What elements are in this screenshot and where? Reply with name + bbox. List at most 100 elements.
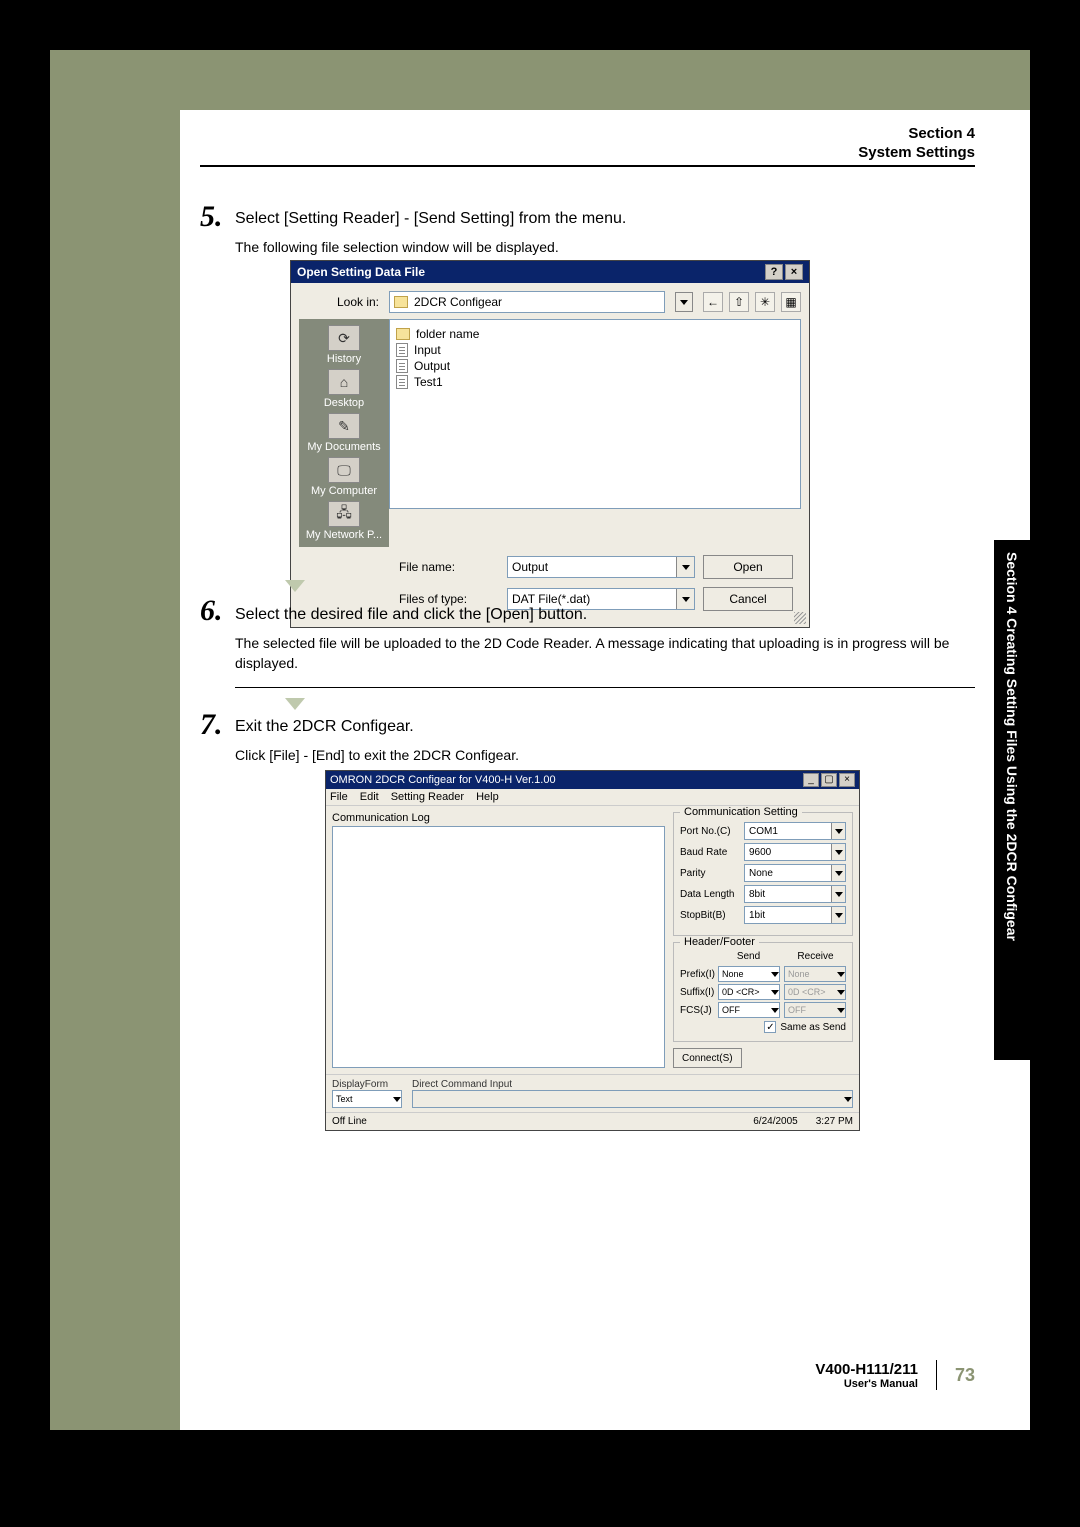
display-form-select[interactable]: Text bbox=[332, 1090, 402, 1108]
place-history[interactable]: ⟳History bbox=[327, 325, 361, 365]
same-as-send-checkbox[interactable]: ✓Same as Send bbox=[680, 1021, 846, 1033]
help-button[interactable]: ? bbox=[765, 264, 783, 280]
prefix-receive-select: None bbox=[784, 966, 846, 982]
dialog-titlebar: Open Setting Data File ? × bbox=[291, 261, 809, 283]
communication-log-box[interactable] bbox=[332, 826, 665, 1068]
nav-up-icon[interactable]: ⇧ bbox=[729, 292, 749, 312]
history-icon: ⟳ bbox=[328, 325, 360, 351]
page-number: 73 bbox=[955, 1365, 975, 1386]
fcs-receive-select: OFF bbox=[784, 1002, 846, 1018]
folder-icon bbox=[394, 296, 408, 308]
step-title: Exit the 2DCR Configear. bbox=[235, 718, 975, 736]
dropdown-button[interactable] bbox=[675, 292, 693, 312]
menu-bar: File Edit Setting Reader Help bbox=[326, 789, 859, 806]
look-in-dropdown[interactable]: 2DCR Configear bbox=[389, 291, 665, 313]
menu-file[interactable]: File bbox=[330, 791, 348, 803]
data-length-select[interactable]: 8bit bbox=[744, 885, 846, 903]
place-my-computer[interactable]: 🖵My Computer bbox=[311, 457, 377, 497]
communication-setting-group: Communication Setting Port No.(C)COM1 Ba… bbox=[673, 812, 853, 936]
step-description: The following file selection window will… bbox=[235, 238, 975, 258]
list-item[interactable]: Output bbox=[396, 358, 794, 374]
open-setting-data-file-dialog: Open Setting Data File ? × Look in: 2DCR… bbox=[290, 260, 810, 628]
configear-main-window: OMRON 2DCR Configear for V400-H Ver.1.00… bbox=[325, 770, 860, 1131]
prefix-send-select[interactable]: None bbox=[718, 966, 780, 982]
step-5: 5. Select [Setting Reader] - [Send Setti… bbox=[235, 210, 975, 258]
dialog-title: Open Setting Data File bbox=[297, 265, 425, 279]
page-footer: V400-H111/211 User's Manual 73 bbox=[815, 1360, 975, 1390]
menu-edit[interactable]: Edit bbox=[360, 791, 379, 803]
step-number: 6. bbox=[200, 594, 223, 628]
connect-button[interactable]: Connect(S) bbox=[673, 1048, 742, 1068]
separator bbox=[235, 687, 975, 688]
open-button[interactable]: Open bbox=[703, 555, 793, 579]
file-name-label: File name: bbox=[399, 560, 499, 574]
step-6: 6. Select the desired file and click the… bbox=[235, 580, 975, 710]
dialog-title: OMRON 2DCR Configear for V400-H Ver.1.00 bbox=[330, 774, 556, 786]
continue-arrow-icon bbox=[285, 698, 305, 710]
place-my-documents[interactable]: ✎My Documents bbox=[307, 413, 380, 453]
status-connection: Off Line bbox=[332, 1116, 367, 1127]
list-item[interactable]: Test1 bbox=[396, 374, 794, 390]
manual-label: User's Manual bbox=[815, 1378, 918, 1390]
step-7: 7. Exit the 2DCR Configear. Click [File]… bbox=[235, 718, 975, 766]
step-title: Select [Setting Reader] - [Send Setting]… bbox=[235, 210, 975, 228]
section-label: Section 4 bbox=[858, 125, 975, 142]
look-in-value: 2DCR Configear bbox=[414, 295, 502, 309]
nav-back-icon[interactable]: ← bbox=[703, 292, 723, 312]
checkbox-icon: ✓ bbox=[764, 1021, 776, 1033]
step-number: 7. bbox=[200, 708, 223, 742]
group-legend: Communication Setting bbox=[680, 806, 802, 818]
display-form-label: DisplayForm bbox=[332, 1079, 402, 1090]
dialog-titlebar: OMRON 2DCR Configear for V400-H Ver.1.00… bbox=[326, 771, 859, 789]
file-name-input[interactable]: Output bbox=[507, 556, 695, 578]
page-header: Section 4 System Settings bbox=[858, 125, 975, 161]
suffix-send-select[interactable]: 0D <CR> bbox=[718, 984, 780, 1000]
dropdown-button[interactable] bbox=[676, 557, 694, 577]
nav-views-icon[interactable]: ▦ bbox=[781, 292, 801, 312]
step-description: The selected file will be uploaded to th… bbox=[235, 634, 975, 673]
places-bar: ⟳History ⌂Desktop ✎My Documents 🖵My Comp… bbox=[299, 319, 389, 547]
direct-command-label: Direct Command Input bbox=[412, 1079, 853, 1090]
fcs-send-select[interactable]: OFF bbox=[718, 1002, 780, 1018]
close-button[interactable]: × bbox=[785, 264, 803, 280]
port-no-select[interactable]: COM1 bbox=[744, 822, 846, 840]
folder-icon bbox=[396, 328, 410, 340]
maximize-button[interactable]: ▢ bbox=[821, 773, 837, 787]
model-number: V400-H111/211 bbox=[815, 1361, 918, 1378]
list-item[interactable]: Input bbox=[396, 342, 794, 358]
section-title: System Settings bbox=[858, 144, 975, 161]
status-bar: Off Line 6/24/2005 3:27 PM bbox=[326, 1112, 859, 1130]
suffix-receive-select: 0D <CR> bbox=[784, 984, 846, 1000]
continue-arrow-icon bbox=[285, 580, 305, 592]
step-number: 5. bbox=[200, 200, 223, 234]
desktop-icon: ⌂ bbox=[328, 369, 360, 395]
step-title: Select the desired file and click the [O… bbox=[235, 606, 975, 624]
direct-command-input bbox=[412, 1090, 853, 1108]
list-item[interactable]: folder name bbox=[396, 326, 794, 342]
step-description: Click [File] - [End] to exit the 2DCR Co… bbox=[235, 746, 975, 766]
network-icon: 🖧 bbox=[328, 501, 360, 527]
parity-select[interactable]: None bbox=[744, 864, 846, 882]
close-button[interactable]: × bbox=[839, 773, 855, 787]
file-icon bbox=[396, 343, 408, 357]
group-legend: Header/Footer bbox=[680, 936, 759, 948]
header-footer-group: Header/Footer Send Receive Prefix(I) Non… bbox=[673, 942, 853, 1042]
menu-help[interactable]: Help bbox=[476, 791, 499, 803]
status-time: 3:27 PM bbox=[816, 1116, 853, 1127]
place-my-network[interactable]: 🖧My Network P... bbox=[306, 501, 382, 541]
minimize-button[interactable]: _ bbox=[803, 773, 819, 787]
side-tab: Section 4 Creating Setting Files Using t… bbox=[994, 540, 1030, 1060]
nav-newfolder-icon[interactable]: ✳ bbox=[755, 292, 775, 312]
communication-log-label: Communication Log bbox=[332, 812, 665, 824]
stop-bit-select[interactable]: 1bit bbox=[744, 906, 846, 924]
file-list[interactable]: folder name Input Output Test1 bbox=[389, 319, 801, 509]
baud-rate-select[interactable]: 9600 bbox=[744, 843, 846, 861]
computer-icon: 🖵 bbox=[328, 457, 360, 483]
place-desktop[interactable]: ⌂Desktop bbox=[324, 369, 364, 409]
documents-icon: ✎ bbox=[328, 413, 360, 439]
look-in-label: Look in: bbox=[299, 295, 379, 309]
status-date: 6/24/2005 bbox=[753, 1116, 798, 1127]
menu-setting-reader[interactable]: Setting Reader bbox=[391, 791, 464, 803]
file-icon bbox=[396, 359, 408, 373]
file-icon bbox=[396, 375, 408, 389]
